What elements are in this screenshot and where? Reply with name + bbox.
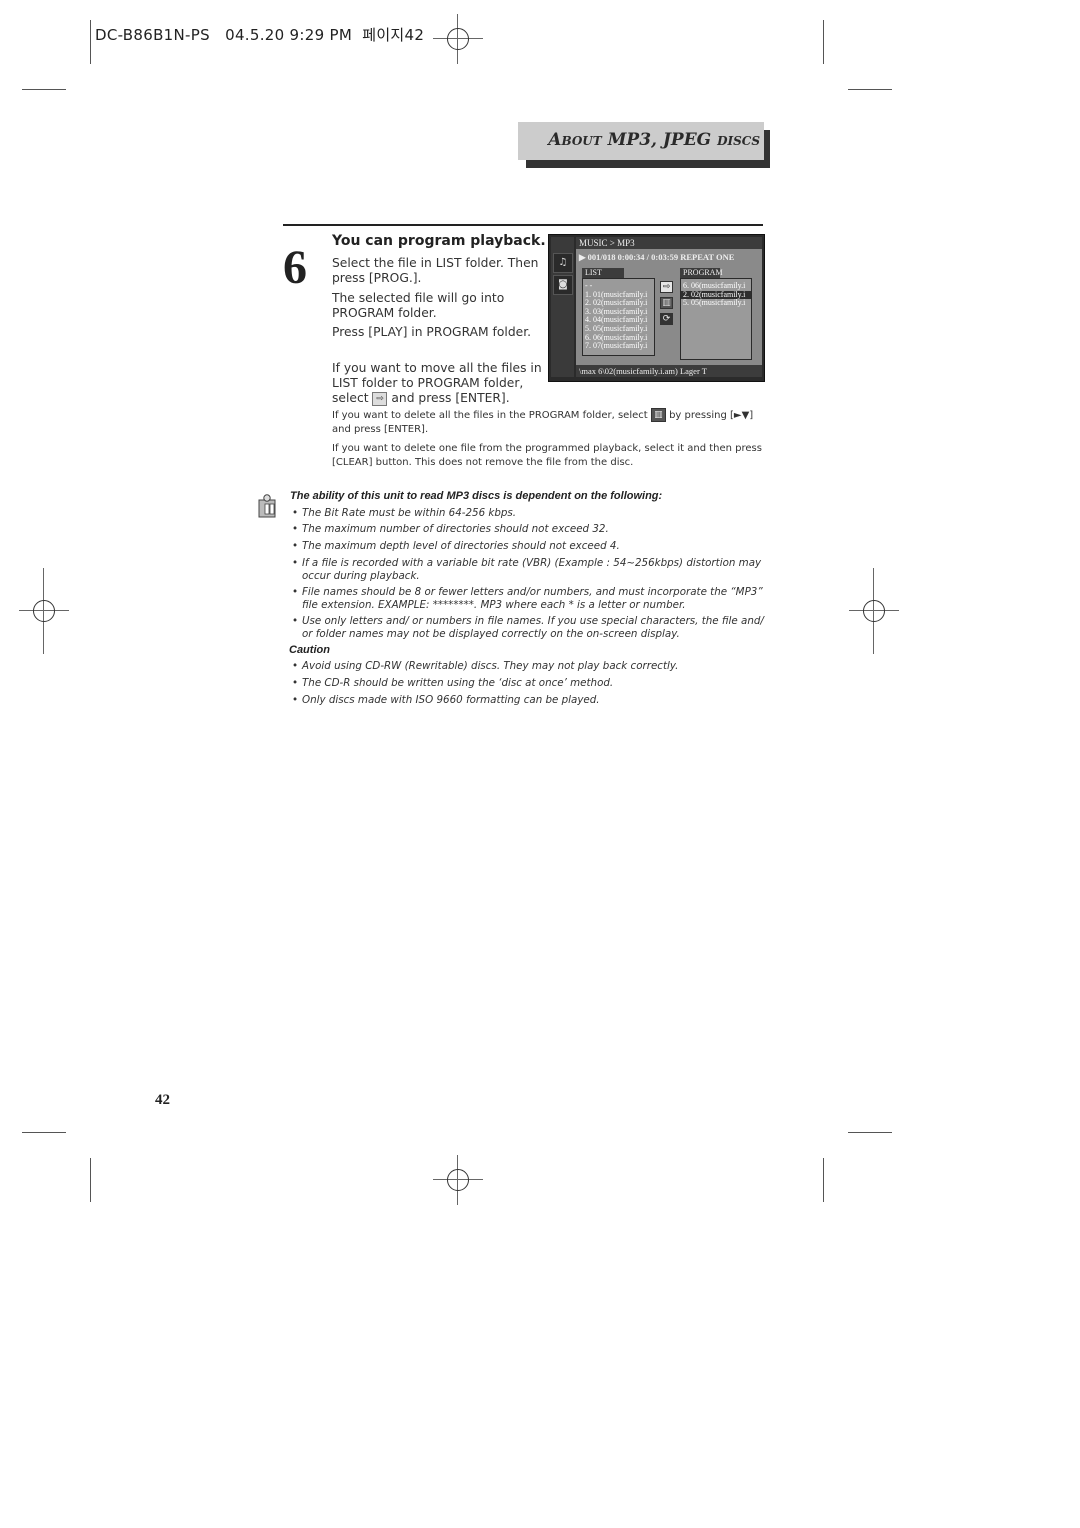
list-panel: - -1. 01(musicfamily.i 2. 02(musicfamily.… bbox=[582, 278, 655, 356]
crop-mark bbox=[90, 1158, 91, 1202]
delete-one-note: If you want to delete one file from the … bbox=[332, 443, 762, 468]
note-bullet: If a file is recorded with a variable bi… bbox=[290, 557, 765, 583]
crop-mark bbox=[823, 20, 824, 64]
osd-path: MUSIC > MP3 bbox=[576, 237, 762, 249]
step-number: 6 bbox=[283, 241, 307, 294]
step-paragraph: Press [PLAY] in PROGRAM folder. bbox=[332, 325, 532, 339]
caution-label: Caution bbox=[289, 644, 330, 656]
photo-icon: ◙ bbox=[553, 275, 573, 295]
note-bullet: The maximum depth level of directories s… bbox=[290, 540, 765, 553]
music-note-icon: ♫ bbox=[553, 253, 573, 273]
trash-icon: ▥ bbox=[660, 297, 673, 309]
crop-mark bbox=[823, 1158, 824, 1202]
list-item: 7. 07(musicfamily.i bbox=[585, 341, 648, 351]
crop-mark bbox=[22, 1132, 66, 1133]
note-bullet: The Bit Rate must be within 64-256 kbps. bbox=[290, 507, 765, 520]
osd-footer: \max 6\02(musicfamily.i.am) Lager T bbox=[576, 365, 762, 377]
caution-bullet: Avoid using CD-RW (Rewritable) discs. Th… bbox=[290, 660, 765, 673]
move-all-arrow-icon: ⇨ bbox=[372, 391, 388, 406]
move-all-arrow-icon: ⇨ bbox=[660, 281, 673, 293]
step-paragraph: Select the file in LIST folder. Then pre… bbox=[332, 256, 539, 285]
crop-mark bbox=[848, 1132, 892, 1133]
trash-icon: ▥ bbox=[650, 408, 666, 422]
registration-mark-icon bbox=[849, 568, 899, 654]
note-bullet: File names should be 8 or fewer letters … bbox=[290, 586, 765, 612]
osd-screenshot: ♫ ◙ MUSIC > MP3 ▶ 001/018 0:00:34 / 0:03… bbox=[548, 234, 765, 382]
section-title: ABOUT MP3, JPEG DISCS bbox=[548, 130, 760, 150]
print-header: DC-B86B1N-PS 04.5.20 9:29 PM 페이지42 bbox=[95, 26, 425, 44]
registration-mark-icon bbox=[433, 14, 483, 64]
note-bullet: Use only letters and/ or numbers in file… bbox=[290, 615, 765, 641]
page-number: 42 bbox=[155, 1092, 170, 1108]
registration-mark-icon bbox=[19, 568, 69, 654]
delete-all-note: If you want to delete all the files in t… bbox=[332, 408, 754, 435]
step-paragraph: select ⇨ and press [ENTER]. bbox=[332, 391, 510, 406]
repeat-icon: ⟳ bbox=[660, 313, 673, 325]
registration-mark-icon bbox=[433, 1155, 483, 1205]
program-tab: PROGRAM bbox=[680, 268, 723, 278]
osd-sidebar: ♫ ◙ bbox=[551, 237, 574, 377]
osd-main: MUSIC > MP3 ▶ 001/018 0:00:34 / 0:03:59 … bbox=[576, 237, 762, 377]
section-banner: ABOUT MP3, JPEG DISCS bbox=[518, 122, 764, 160]
caution-bullet: The CD-R should be written using the ‘di… bbox=[290, 677, 765, 690]
program-panel: 6. 06(musicfamily.i 2. 02(musicfamily.i 5.… bbox=[680, 278, 752, 360]
section-divider bbox=[283, 224, 763, 226]
note-heading: The ability of this unit to read MP3 dis… bbox=[290, 490, 663, 502]
crop-mark bbox=[848, 89, 892, 90]
caution-bullet: Only discs made with ISO 9660 formatting… bbox=[290, 694, 765, 707]
step-paragraph: The selected file will go into PROGRAM f… bbox=[332, 291, 505, 320]
list-tab: LIST bbox=[582, 268, 624, 278]
note-bullet: The maximum number of directories should… bbox=[290, 523, 765, 536]
crop-mark bbox=[22, 89, 66, 90]
osd-playback-status: ▶ 001/018 0:00:34 / 0:03:59 REPEAT ONE bbox=[579, 252, 735, 262]
program-item: 5. 05(musicfamily.i bbox=[683, 298, 746, 308]
step-paragraph: If you want to move all the files in LIS… bbox=[332, 361, 542, 390]
step-title: You can program playback. bbox=[332, 233, 546, 249]
crop-mark bbox=[90, 20, 91, 64]
info-note-icon bbox=[258, 494, 276, 518]
